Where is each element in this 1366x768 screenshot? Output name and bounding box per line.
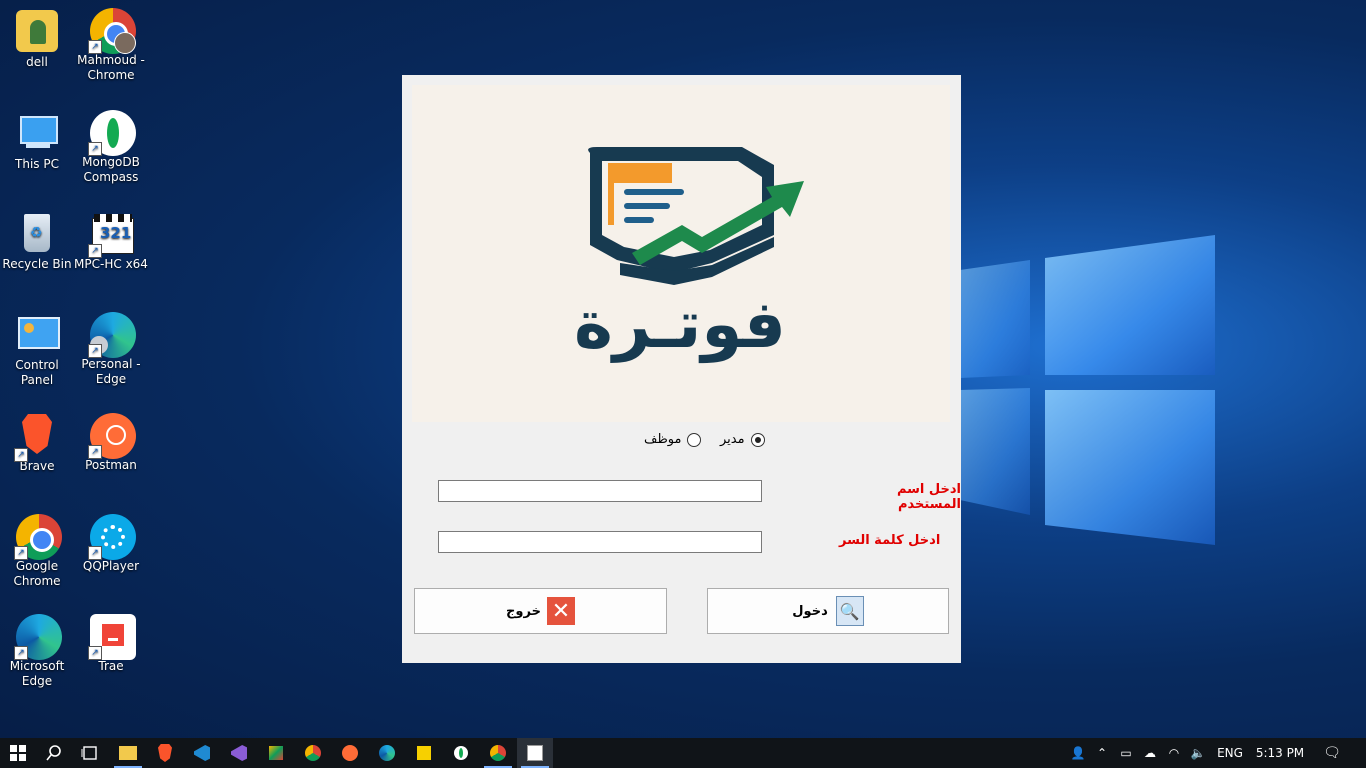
volume-icon[interactable]: 🔈: [1186, 746, 1210, 760]
start-icon[interactable]: [0, 738, 36, 768]
desktop-icon-mpc-hc[interactable]: 321 ↗ MPC-HC x64: [74, 212, 148, 272]
vscode-icon[interactable]: [184, 738, 220, 768]
postman-icon: ↗: [88, 413, 136, 459]
sticky-notes-icon[interactable]: [406, 738, 442, 768]
clock[interactable]: 5:13 PM: [1250, 746, 1310, 760]
edge-icon: ↗: [14, 614, 62, 660]
mpc-hc-icon: 321 ↗: [88, 212, 134, 258]
desktop-icon-control-panel[interactable]: Control Panel: [0, 313, 74, 388]
task-view-icon[interactable]: [72, 738, 108, 768]
password-input[interactable]: [438, 531, 762, 553]
chrome-profile-icon: ↗: [88, 8, 136, 54]
visual-studio-icon[interactable]: [221, 738, 257, 768]
people-icon[interactable]: 👤: [1066, 746, 1090, 760]
onedrive-icon[interactable]: ☁: [1138, 746, 1162, 760]
windows-wallpaper-logo: [960, 230, 1220, 550]
username-label: ادخل اسم المستخدم: [896, 482, 961, 512]
exit-button[interactable]: ✕ خروج: [414, 588, 667, 634]
notification-icon[interactable]: 🗨: [1310, 745, 1354, 761]
brave-icon: ↗: [14, 414, 58, 462]
control-panel-icon: [16, 313, 60, 355]
chrome-icon[interactable]: [295, 738, 331, 768]
user-folder-icon: [16, 10, 58, 52]
computer-icon: [16, 112, 58, 154]
desktop-icon-microsoft-edge[interactable]: ↗ Microsoft Edge: [0, 614, 74, 689]
chevron-up-icon[interactable]: ⌃: [1090, 746, 1114, 760]
desktop-icon-mongodb-compass[interactable]: ↗ MongoDB Compass: [74, 110, 148, 185]
desktop-icon-recycle-bin[interactable]: ♻ Recycle Bin: [0, 212, 74, 272]
radio-unchecked-icon: [687, 432, 702, 447]
desktop-icon-qqplayer[interactable]: ↗ QQPlayer: [74, 514, 148, 574]
desktop-icon-this-pc[interactable]: This PC: [0, 112, 74, 172]
billing-app-icon[interactable]: [517, 738, 553, 768]
chrome-profile-icon[interactable]: [480, 738, 516, 768]
login-window: فوتـرة مدير موظف ادخل اسم المستخدم ادخل …: [402, 75, 961, 663]
desktop-icon-postman[interactable]: ↗ Postman: [74, 413, 148, 473]
language-indicator[interactable]: ENG: [1210, 746, 1250, 760]
trae-icon: ↗: [88, 614, 136, 660]
taskbar: 👤 ⌃ ▭ ☁ ◠ 🔈 ENG 5:13 PM 🗨: [0, 738, 1366, 768]
battery-icon[interactable]: ▭: [1114, 746, 1138, 760]
mongodb-icon[interactable]: [443, 738, 479, 768]
system-tray: 👤 ⌃ ▭ ☁ ◠ 🔈 ENG 5:13 PM 🗨: [1066, 738, 1354, 768]
magnifier-icon: 🔍: [835, 596, 864, 626]
qqplayer-icon: ↗: [88, 514, 136, 560]
desktop-icon-personal-edge[interactable]: ↗ Personal - Edge: [74, 312, 148, 387]
radio-checked-icon: [750, 432, 765, 447]
recycle-bin-icon: ♻: [16, 212, 58, 254]
desktop-icon-google-chrome[interactable]: ↗ Google Chrome: [0, 514, 74, 589]
username-input[interactable]: [438, 480, 762, 502]
mongodb-icon: ↗: [88, 110, 136, 156]
edge-profile-icon: ↗: [88, 312, 136, 358]
role-manager-radio[interactable]: مدير: [720, 432, 765, 447]
desktop-icon-trae[interactable]: ↗ Trae: [74, 614, 148, 674]
logo-banner: فوتـرة: [412, 85, 950, 422]
chrome-icon: ↗: [14, 514, 62, 560]
desktop-icon-brave[interactable]: ↗ Brave: [0, 414, 74, 474]
postman-icon[interactable]: [332, 738, 368, 768]
role-employee-radio[interactable]: موظف: [644, 432, 702, 447]
password-label: ادخل كلمة السر: [839, 533, 941, 548]
desktop-icon-dell[interactable]: dell: [0, 10, 74, 70]
app-logo: فوتـرة: [574, 147, 804, 364]
search-icon[interactable]: [36, 738, 72, 768]
logo-text: فوتـرة: [574, 286, 786, 364]
brave-icon[interactable]: [147, 738, 183, 768]
edge-icon[interactable]: [369, 738, 405, 768]
wifi-icon[interactable]: ◠: [1162, 746, 1186, 760]
close-icon: ✕: [546, 597, 575, 625]
desktop-icon-mahmoud-chrome[interactable]: ↗ Mahmoud - Chrome: [74, 8, 148, 83]
file-explorer-icon[interactable]: [110, 738, 146, 768]
login-button[interactable]: 🔍 دخول: [707, 588, 949, 634]
app-icon[interactable]: [258, 738, 294, 768]
